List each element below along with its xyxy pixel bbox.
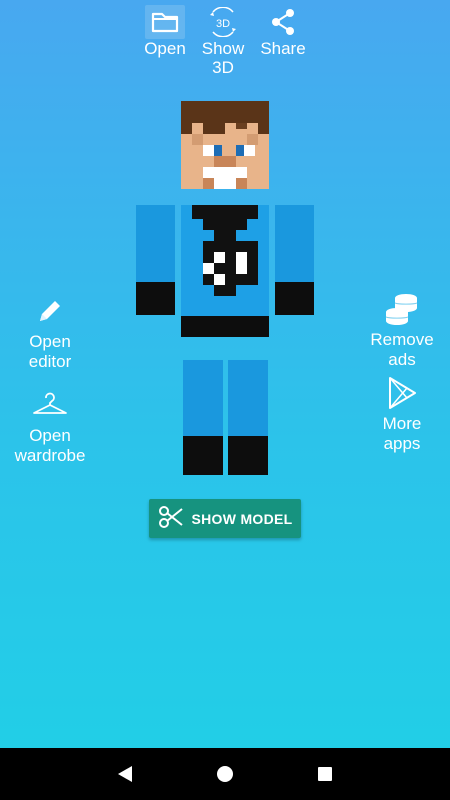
open-editor-label-line2: editor — [28, 352, 72, 371]
more-apps-label-line2: apps — [383, 434, 421, 453]
hanger-icon — [30, 386, 70, 424]
rotate-3d-icon: 3D — [203, 5, 243, 39]
pencil-icon — [30, 292, 70, 330]
more-apps-button[interactable]: More apps — [352, 374, 450, 454]
share-button[interactable]: Share — [253, 5, 313, 58]
open-editor-label-line1: Open — [29, 332, 71, 351]
svg-text:3D: 3D — [216, 18, 230, 30]
open-wardrobe-label-line1: Open — [29, 426, 71, 445]
play-store-icon — [382, 374, 422, 412]
skin-arms — [136, 205, 314, 315]
home-icon[interactable] — [205, 754, 245, 794]
skin-body — [181, 205, 269, 337]
remove-ads-button[interactable]: Remove ads — [352, 290, 450, 370]
scissors-icon — [158, 505, 184, 532]
coins-icon — [382, 290, 422, 328]
show-model-button[interactable]: SHOW MODEL — [149, 499, 301, 538]
open-wardrobe-button[interactable]: Open wardrobe — [0, 386, 100, 466]
remove-ads-label-line2: ads — [388, 350, 416, 369]
more-apps-label-line1: More — [382, 414, 422, 433]
system-navigation-bar — [0, 748, 450, 800]
open-button[interactable]: Open — [135, 5, 195, 58]
remove-ads-label-line1: Remove — [370, 330, 434, 349]
skin-head — [181, 101, 269, 189]
open-editor-button[interactable]: Open editor — [0, 292, 100, 372]
open-label: Open — [144, 39, 186, 58]
share-icon — [263, 5, 303, 39]
show-3d-label-line1: Show — [201, 39, 245, 58]
open-wardrobe-label-line2: wardrobe — [14, 446, 86, 465]
back-icon[interactable] — [105, 754, 145, 794]
show-3d-button[interactable]: 3D Show 3D — [193, 5, 253, 77]
folder-icon — [145, 5, 185, 39]
skin-legs — [183, 360, 268, 475]
show-model-label: SHOW MODEL — [191, 510, 293, 527]
share-label: Share — [260, 39, 306, 58]
show-3d-label-line2: 3D — [212, 58, 234, 77]
recents-icon[interactable] — [305, 754, 345, 794]
